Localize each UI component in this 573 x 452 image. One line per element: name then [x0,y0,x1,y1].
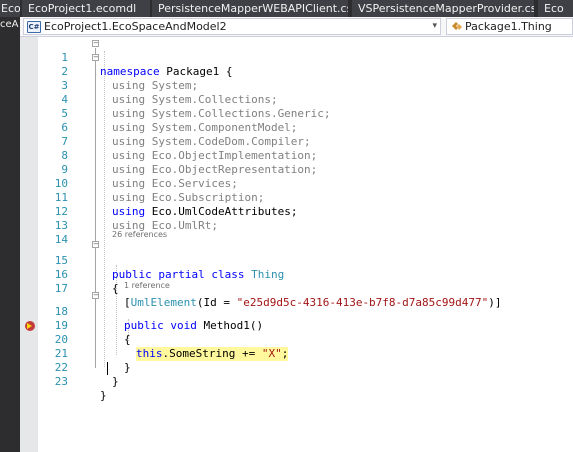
member-dropdown[interactable]: Package1.Thing [446,18,573,35]
chevron-down-icon: ▾ [432,21,437,31]
code-line-20: 20 this.SomeString += "X"; [38,319,573,361]
codelens-class-references[interactable]: 26 references [112,229,167,240]
text-caret [107,362,108,375]
breakpoint-current-statement-icon[interactable] [25,321,35,331]
left-strip-label: ceA [0,19,19,30]
execution-arrow-icon [27,323,32,329]
code-line-13: 13 [38,205,573,232]
member-dropdown-label: Package1.Thing [465,20,552,33]
line-code: } [100,389,107,402]
tab-persistence-webapi-client[interactable]: PersistenceMapperWEBAPIClient.cs [152,0,348,17]
tab-eco-left[interactable]: Eco [0,0,20,17]
code-line-17: 17 [UmlElement(Id = "e25d9d5c-4316-413e-… [38,268,573,309]
code-line-3: 3 using System.Collections; [38,65,573,106]
csharp-project-icon: C# [27,21,41,33]
project-dropdown-label: EcoProject1.EcoSpaceAndModel2 [44,20,227,33]
left-panel-strip: ceA [0,17,20,452]
code-line-10: 10 using Eco.Subscription; [38,163,573,204]
indicator-margin[interactable] [20,37,38,452]
code-line-5: 5 using System.ComponentModel; [38,93,573,134]
code-line-9: 9 using Eco.Services; [38,149,573,190]
code-line-11: 11 using Eco.UmlCodeAttributes; [38,177,573,218]
code-line-15: 15 public partial class Thing [38,240,573,281]
code-line-8: 8 using Eco.ObjectRepresentation; [38,135,573,176]
document-tab-bar: Eco EcoProject1.ecomdl PersistenceMapper… [0,0,573,17]
line-number: 23 [54,375,68,388]
code-line-2: 2 using System; [38,51,573,92]
code-line-6: 6 using System.CodeDom.Compiler; [38,107,573,148]
navigation-bar: C# EcoProject1.EcoSpaceAndModel2 ▾ Packag… [20,17,573,37]
codelens-method-references[interactable]: 1 reference [124,280,170,291]
project-dropdown[interactable]: C# EcoProject1.EcoSpaceAndModel2 ▾ [23,18,441,35]
code-line-22: 22 } [38,347,573,388]
tab-ecoproject-ecomdl[interactable]: EcoProject1.ecomdl [22,0,150,17]
code-line-4: 4 using System.Collections.Generic; [38,79,573,120]
tab-eco-right[interactable]: Eco [538,0,573,17]
code-line-16: 16 { [38,254,573,295]
code-line-21: 21 } [38,333,573,374]
tab-vs-persistence-provider[interactable]: VSPersistenceMapperProvider.cs [352,0,534,17]
code-line-19: 19 { [38,305,573,346]
code-line-23: 23 } [38,361,573,402]
code-line-18: 18 public void Method1() [38,291,573,332]
line-code: } [112,375,119,388]
code-line-12: 12 using Eco.UmlRt; [38,191,573,232]
code-line-1: 1 namespace Package1 { [38,37,573,78]
code-editor[interactable]: − − − − 1 namespace Package1 { 2 using S… [38,37,573,452]
class-icon [452,22,462,30]
code-line-7: 7 using Eco.ObjectImplementation; [38,121,573,162]
